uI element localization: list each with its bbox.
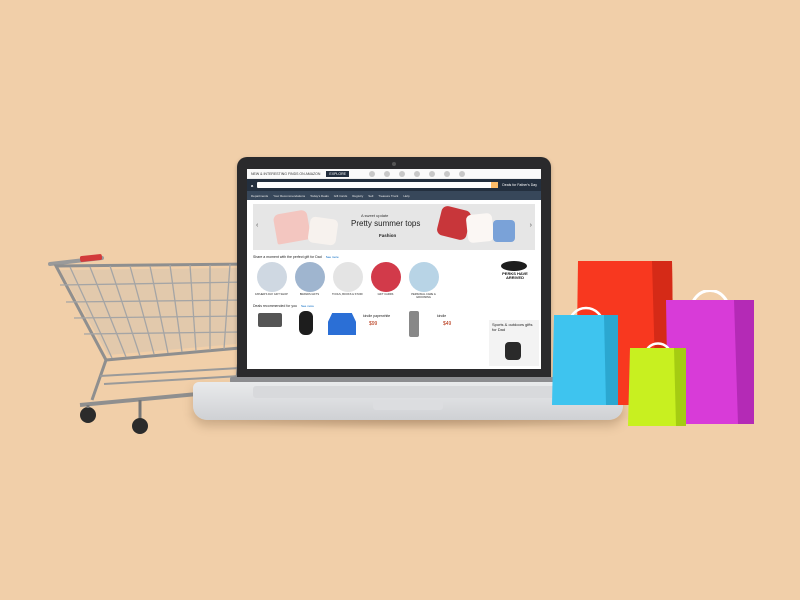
cyan-bag-icon bbox=[552, 306, 618, 405]
promo-thumb[interactable] bbox=[458, 170, 465, 177]
category-label: BRANDS GIFTS bbox=[299, 293, 320, 296]
category-label: PERSONAL CARE & GROOMING bbox=[411, 293, 436, 299]
promo-thumb[interactable] bbox=[398, 170, 405, 177]
garment-image bbox=[307, 216, 339, 246]
promo-text: NEW & INTERESTING FINDS ON AMAZON bbox=[251, 171, 321, 176]
kindle-label: kindle bbox=[437, 314, 447, 318]
section-title: Deals recommended for you bbox=[253, 304, 297, 308]
laptop-lid: NEW & INTERESTING FINDS ON AMAZON EXPLOR… bbox=[237, 157, 551, 379]
product-card[interactable] bbox=[291, 311, 321, 347]
see-more-link[interactable]: See more bbox=[326, 255, 339, 259]
keyboard bbox=[253, 386, 563, 398]
backpack-icon bbox=[505, 342, 521, 360]
nav-item[interactable]: Departments bbox=[251, 194, 268, 198]
hero-subtitle: A sweet update bbox=[361, 213, 389, 218]
section-title: Share a moment with the perfect gift for… bbox=[253, 255, 322, 259]
sports-text: Sports & outdoors gifts for Dad bbox=[492, 322, 533, 332]
perks-panel[interactable]: PERKS HAVE ARRIVED bbox=[489, 258, 539, 312]
category-image bbox=[370, 262, 401, 292]
garment-image bbox=[272, 209, 312, 245]
perks-text: PERKS HAVE ARRIVED bbox=[502, 271, 528, 281]
category-image bbox=[408, 262, 439, 292]
kindle-price: $49 bbox=[443, 321, 452, 327]
sports-panel[interactable]: Sports & outdoors gifts for Dad bbox=[489, 320, 539, 366]
promo-thumb[interactable] bbox=[368, 170, 375, 177]
promo-thumb[interactable] bbox=[413, 170, 420, 177]
hero-banner[interactable]: A sweet update Pretty summer tops Fashio… bbox=[253, 204, 535, 250]
category-label: FATHER'S DAY GIFT SHOP bbox=[255, 293, 288, 296]
see-more-link[interactable]: See more bbox=[301, 304, 314, 308]
nav-item[interactable]: Registry bbox=[352, 194, 363, 198]
nav-item[interactable]: Treasure Truck bbox=[378, 194, 398, 198]
deal-text[interactable]: Deals for Father's Day bbox=[502, 183, 537, 187]
product-card[interactable] bbox=[399, 311, 429, 347]
nav-item[interactable]: Today's Deals bbox=[310, 194, 329, 198]
camera-icon bbox=[392, 162, 396, 166]
promo-bar: NEW & INTERESTING FINDS ON AMAZON EXPLOR… bbox=[247, 169, 541, 179]
explore-button[interactable]: EXPLORE bbox=[326, 170, 349, 177]
gift-category[interactable]: GIFT CARDS bbox=[369, 262, 402, 299]
speaker-icon bbox=[409, 311, 419, 337]
hero-tag: Fashion bbox=[379, 233, 397, 238]
garment-image bbox=[493, 220, 515, 242]
laptop-screen: NEW & INTERESTING FINDS ON AMAZON EXPLOR… bbox=[247, 169, 541, 369]
nav-item[interactable]: Help bbox=[403, 194, 409, 198]
search-icon[interactable] bbox=[491, 182, 499, 188]
product-card[interactable] bbox=[255, 311, 285, 347]
lime-bag-icon bbox=[628, 342, 686, 426]
category-label: GIFT CARDS bbox=[377, 293, 394, 296]
hero-title: Pretty summer tops bbox=[351, 219, 421, 228]
tent-icon bbox=[328, 313, 356, 335]
gift-category[interactable]: FATHER'S DAY GIFT SHOP bbox=[255, 262, 288, 299]
promo-thumb[interactable] bbox=[443, 170, 450, 177]
perks-badge-icon bbox=[501, 261, 527, 271]
nav-item[interactable]: Gift Cards bbox=[334, 194, 348, 198]
category-label: TOOLS, BOOKS & STUFF bbox=[332, 293, 363, 296]
chevron-left-icon[interactable]: ‹ bbox=[256, 222, 258, 229]
shopping-scene: NEW & INTERESTING FINDS ON AMAZON EXPLOR… bbox=[0, 0, 800, 600]
watch-icon bbox=[299, 311, 313, 335]
chevron-right-icon[interactable]: › bbox=[530, 222, 532, 229]
search-input[interactable] bbox=[257, 182, 499, 188]
kindle-label: kindle paperwhite bbox=[363, 314, 391, 318]
gift-category[interactable]: TOOLS, BOOKS & STUFF bbox=[331, 262, 364, 299]
kindle-price: $99 bbox=[369, 321, 378, 327]
site-logo[interactable]: a bbox=[251, 183, 253, 188]
product-card[interactable] bbox=[327, 311, 357, 347]
nav-item[interactable]: Sell bbox=[368, 194, 373, 198]
category-image bbox=[332, 262, 363, 292]
nav-item[interactable]: Your Recommendations bbox=[273, 194, 305, 198]
product-card[interactable]: kindle paperwhite $99 bbox=[363, 311, 393, 347]
site-header: a Deals for Father's Day bbox=[247, 179, 541, 191]
trackpad bbox=[373, 400, 443, 410]
promo-thumb[interactable] bbox=[383, 170, 390, 177]
promo-thumb[interactable] bbox=[428, 170, 435, 177]
gift-category[interactable]: PERSONAL CARE & GROOMING bbox=[407, 262, 440, 299]
category-image bbox=[256, 262, 287, 292]
product-card[interactable]: kindle $49 bbox=[435, 311, 465, 347]
gift-category[interactable]: BRANDS GIFTS bbox=[293, 262, 326, 299]
product-image bbox=[258, 313, 282, 327]
category-image bbox=[294, 262, 325, 292]
promo-thumbnails bbox=[368, 170, 465, 177]
garment-image bbox=[465, 212, 495, 244]
nav-bar: Departments Your Recommendations Today's… bbox=[247, 191, 541, 200]
